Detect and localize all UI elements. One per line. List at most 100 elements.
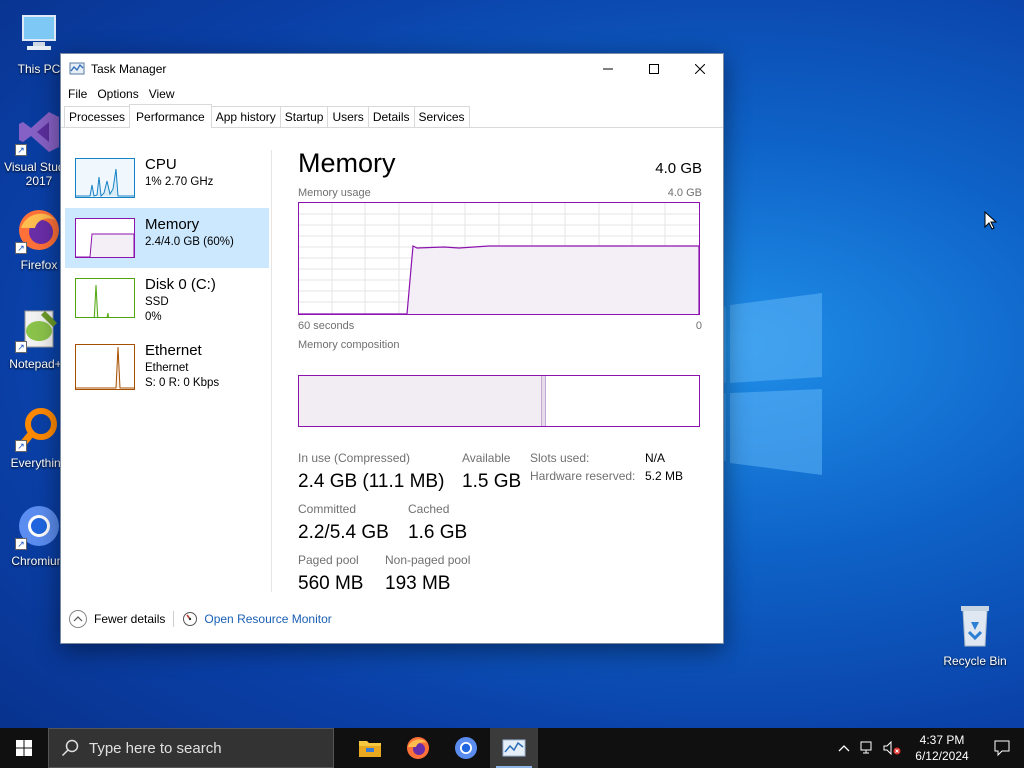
sidebar-item-sub: Ethernet S: 0 R: 0 Kbps [145, 361, 219, 391]
stat-paged-pool: Paged pool 560 MB [298, 553, 364, 594]
ethernet-thumbnail-graph [75, 344, 135, 390]
title-bar[interactable]: Task Manager [61, 54, 723, 84]
recycle-bin-icon [951, 602, 999, 650]
sidebar-item-disk[interactable]: Disk 0 (C:) SSD 0% [65, 268, 269, 328]
task-manager-window: Task Manager File Options View Processes… [60, 53, 724, 644]
shortcut-arrow-icon: ↗ [15, 538, 27, 550]
usage-graph-label: Memory usage [298, 187, 371, 199]
stat-nonpaged-pool: Non-paged pool 193 MB [385, 553, 471, 594]
memory-details: Memory 4.0 GB Memory usage 4.0 GB 60 sec… [298, 148, 702, 594]
minimize-button[interactable] [585, 54, 631, 84]
maximize-icon [649, 64, 659, 74]
desktop-icon-recycle-bin[interactable]: Recycle Bin [938, 602, 1012, 668]
notification-icon [994, 740, 1010, 756]
memory-usage-chart [299, 203, 700, 315]
search-icon [61, 739, 79, 757]
stat-cached: Cached 1.6 GB [408, 502, 468, 543]
open-resource-monitor-link[interactable]: Open Resource Monitor [204, 612, 331, 626]
tab-services[interactable]: Services [413, 106, 470, 127]
shortcut-arrow-icon: ↗ [15, 144, 27, 156]
taskbar-task-manager[interactable] [490, 728, 538, 768]
sidebar-item-sub: 1% 2.70 GHz [145, 176, 214, 188]
fewer-details-link[interactable]: Fewer details [94, 612, 165, 626]
close-button[interactable] [677, 54, 723, 84]
composition-standby [546, 376, 699, 426]
search-placeholder: Type here to search [89, 739, 222, 757]
usage-graph-max: 4.0 GB [667, 187, 702, 199]
computer-icon [15, 10, 63, 58]
task-manager-app-icon [69, 62, 85, 75]
stat-available: Available 1.5 GB [462, 451, 522, 492]
slots-used-label: Slots used: [530, 451, 590, 465]
sidebar-item-label: Ethernet [145, 342, 202, 359]
chevron-up-icon[interactable] [69, 610, 87, 628]
panel-divider [271, 150, 272, 592]
menu-view[interactable]: View [145, 87, 179, 101]
disk-thumbnail-graph [75, 278, 135, 318]
tab-startup[interactable]: Startup [279, 106, 329, 127]
taskbar-clock[interactable]: 4:37 PM 6/12/2024 [904, 732, 980, 764]
sidebar-item-cpu[interactable]: CPU 1% 2.70 GHz [65, 148, 269, 208]
throughput: S: 0 R: 0 Kbps [145, 377, 220, 389]
mouse-cursor-icon [984, 211, 998, 230]
tab-users[interactable]: Users [327, 106, 369, 127]
network-icon[interactable] [856, 741, 880, 755]
time-axis-right: 0 [695, 320, 702, 332]
tab-app-history[interactable]: App history [210, 106, 281, 127]
resource-sidebar: CPU 1% 2.70 GHz Memory 2.4/4.0 GB (60%) [65, 148, 269, 394]
shortcut-arrow-icon: ↗ [15, 341, 27, 353]
taskbar-chromium[interactable] [442, 728, 490, 768]
memory-usage-graph [298, 202, 700, 315]
taskbar-search-box[interactable]: Type here to search [48, 728, 334, 768]
stat-in-use: In use (Compressed) 2.4 GB (11.1 MB) [298, 451, 445, 492]
composition-label: Memory composition [298, 339, 400, 351]
disk-type: SSD [145, 296, 169, 308]
menu-file[interactable]: File [64, 87, 91, 101]
shortcut-arrow-icon: ↗ [15, 440, 27, 452]
minimize-icon [603, 68, 613, 70]
window-title: Task Manager [91, 62, 167, 76]
chromium-icon [455, 737, 477, 759]
tab-processes[interactable]: Processes [64, 106, 131, 127]
window-footer: Fewer details Open Resource Monitor [61, 595, 723, 643]
sidebar-item-memory[interactable]: Memory 2.4/4.0 GB (60%) [65, 208, 269, 268]
action-center-button[interactable] [980, 740, 1024, 756]
cpu-thumbnail-graph [75, 158, 135, 198]
footer-divider [173, 611, 175, 627]
sidebar-item-sub: SSD 0% [145, 295, 169, 325]
time-axis-left: 60 seconds [298, 320, 355, 332]
sidebar-item-sub: 2.4/4.0 GB (60%) [145, 236, 234, 248]
start-button[interactable] [0, 728, 48, 768]
adapter-name: Ethernet [145, 362, 189, 374]
volume-muted-icon[interactable] [880, 741, 904, 755]
clock-time: 4:37 PM [919, 733, 965, 747]
tab-details[interactable]: Details [367, 106, 415, 127]
taskbar: Type here to search 4:37 PM 6/12/2024 [0, 728, 1024, 768]
disk-usage: 0% [145, 311, 162, 323]
memory-thumbnail-graph [75, 218, 135, 258]
performance-panel: CPU 1% 2.70 GHz Memory 2.4/4.0 GB (60%) [61, 128, 723, 598]
memory-total: 4.0 GB [655, 160, 702, 177]
sidebar-item-ethernet[interactable]: Ethernet Ethernet S: 0 R: 0 Kbps [65, 334, 269, 394]
tray-overflow-chevron-icon[interactable] [832, 744, 856, 752]
tab-strip: Processes Performance App history Startu… [61, 104, 723, 128]
windows-start-icon [16, 740, 32, 756]
clock-date: 6/12/2024 [915, 749, 969, 763]
resource-monitor-icon [183, 612, 198, 626]
shortcut-arrow-icon: ↗ [15, 242, 27, 254]
taskbar-file-explorer[interactable] [346, 728, 394, 768]
visual-studio-icon: ↗ [15, 108, 63, 156]
maximize-button[interactable] [631, 54, 677, 84]
sidebar-item-label: Memory [145, 216, 200, 233]
hardware-reserved-label: Hardware reserved: [530, 469, 636, 483]
tab-performance[interactable]: Performance [129, 104, 212, 128]
sidebar-item-label: CPU [145, 156, 177, 173]
taskbar-firefox[interactable] [394, 728, 442, 768]
menu-options[interactable]: Options [93, 87, 142, 101]
notepadpp-icon: ↗ [15, 305, 63, 353]
slots-used-value: N/A [645, 451, 666, 465]
file-explorer-icon [359, 741, 381, 757]
chromium-icon: ↗ [15, 502, 63, 550]
sidebar-item-label: Disk 0 (C:) [145, 276, 216, 293]
system-tray: 4:37 PM 6/12/2024 [832, 728, 1024, 768]
